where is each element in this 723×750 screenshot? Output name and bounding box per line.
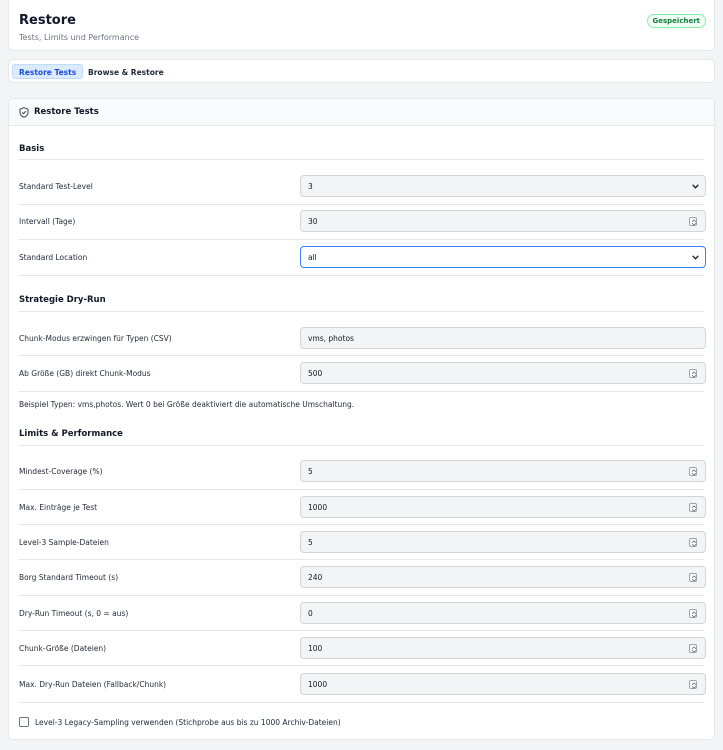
level3-sample-dateien-input[interactable]: 5: [300, 531, 706, 553]
panel-title: Restore Tests: [34, 107, 99, 117]
spinner-icon[interactable]: [689, 217, 697, 226]
label-borg-timeout: Borg Standard Timeout (s): [19, 573, 119, 582]
divider: [19, 489, 704, 490]
chevron-down-icon: [692, 255, 699, 260]
spinner-icon[interactable]: [689, 573, 697, 582]
spinner-icon[interactable]: [689, 467, 697, 476]
spinner-icon[interactable]: [689, 369, 697, 378]
input-value: 500: [308, 369, 323, 378]
restore-tests-panel: Restore Tests Basis Standard Test-Level …: [8, 98, 715, 740]
max-dryrun-dateien-input[interactable]: 1000: [300, 673, 706, 695]
page-subtitle: Tests, Limits und Performance: [19, 33, 140, 42]
divider: [19, 595, 704, 596]
input-value: vms, photos: [308, 334, 354, 343]
chunk-modus-typen-input[interactable]: vms, photos: [300, 327, 706, 349]
page-title: Restore: [19, 13, 76, 28]
standard-location-select[interactable]: all: [300, 246, 706, 268]
page-header: Restore Tests, Limits und Performance Ge…: [8, 0, 715, 51]
section-title-dryrun: Strategie Dry-Run: [19, 295, 106, 305]
tab-restore-tests[interactable]: Restore Tests: [12, 64, 84, 79]
divider: [19, 159, 704, 160]
chunk-groesse-input[interactable]: 100: [300, 637, 706, 659]
input-value: 1000: [308, 503, 328, 512]
select-value: all: [308, 253, 317, 262]
divider: [19, 665, 704, 666]
divider: [19, 702, 704, 703]
mindest-coverage-input[interactable]: 5: [300, 460, 706, 482]
label-level3-sample-dateien: Level-3 Sample-Dateien: [19, 538, 109, 547]
label-chunk-groesse: Chunk-Größe (Dateien): [19, 644, 107, 653]
standard-test-level-select[interactable]: 3: [300, 175, 706, 197]
divider: [19, 311, 704, 312]
divider: [19, 275, 704, 276]
legacy-sampling-label[interactable]: Level-3 Legacy-Sampling verwenden (Stich…: [35, 718, 341, 727]
panel-header: Restore Tests: [9, 99, 714, 126]
spinner-icon[interactable]: [689, 644, 697, 653]
divider: [19, 391, 704, 392]
input-value: 100: [308, 644, 323, 653]
tab-browse-restore[interactable]: Browse & Restore: [81, 64, 171, 79]
input-value: 0: [308, 609, 313, 618]
section-title-limits: Limits & Performance: [19, 429, 123, 439]
divider: [19, 355, 704, 356]
borg-timeout-input[interactable]: 240: [300, 566, 706, 588]
spinner-icon[interactable]: [689, 680, 697, 689]
dryrun-timeout-input[interactable]: 0: [300, 602, 706, 624]
spinner-icon[interactable]: [689, 538, 697, 547]
input-value: 240: [308, 573, 323, 582]
section-title-basis: Basis: [19, 144, 45, 154]
intervall-input[interactable]: 30: [300, 210, 706, 232]
divider: [19, 559, 704, 560]
help-text: Beispiel Typen: vms,photos. Wert 0 bei G…: [19, 400, 355, 409]
input-value: 1000: [308, 680, 328, 689]
input-value: 30: [308, 217, 318, 226]
select-value: 3: [308, 182, 313, 191]
chevron-down-icon: [692, 184, 699, 189]
ab-groesse-input[interactable]: 500: [300, 362, 706, 384]
max-eintraege-input[interactable]: 1000: [300, 496, 706, 518]
divider: [19, 239, 704, 240]
label-intervall: Intervall (Tage): [19, 217, 76, 226]
label-standard-location: Standard Location: [19, 253, 88, 262]
spinner-icon[interactable]: [689, 609, 697, 618]
label-standard-test-level: Standard Test-Level: [19, 182, 93, 191]
label-ab-groesse: Ab Größe (GB) direkt Chunk-Modus: [19, 369, 151, 378]
label-dryrun-timeout: Dry-Run Timeout (s, 0 = aus): [19, 609, 129, 618]
status-badge: Gespeichert: [646, 14, 706, 28]
label-max-dryrun-dateien: Max. Dry-Run Dateien (Fallback/Chunk): [19, 680, 167, 689]
divider: [19, 524, 704, 525]
label-mindest-coverage: Mindest-Coverage (%): [19, 467, 103, 476]
input-value: 5: [308, 538, 313, 547]
legacy-sampling-checkbox[interactable]: [19, 717, 29, 727]
divider: [19, 630, 704, 631]
label-max-eintraege: Max. Einträge je Test: [19, 503, 98, 512]
label-chunk-modus-typen: Chunk-Modus erzwingen für Typen (CSV): [19, 334, 172, 343]
input-value: 5: [308, 467, 313, 476]
divider: [19, 445, 704, 446]
shield-icon: [19, 107, 29, 118]
tab-bar: Restore Tests Browse & Restore: [8, 59, 715, 83]
spinner-icon[interactable]: [689, 503, 697, 512]
divider: [19, 204, 704, 205]
